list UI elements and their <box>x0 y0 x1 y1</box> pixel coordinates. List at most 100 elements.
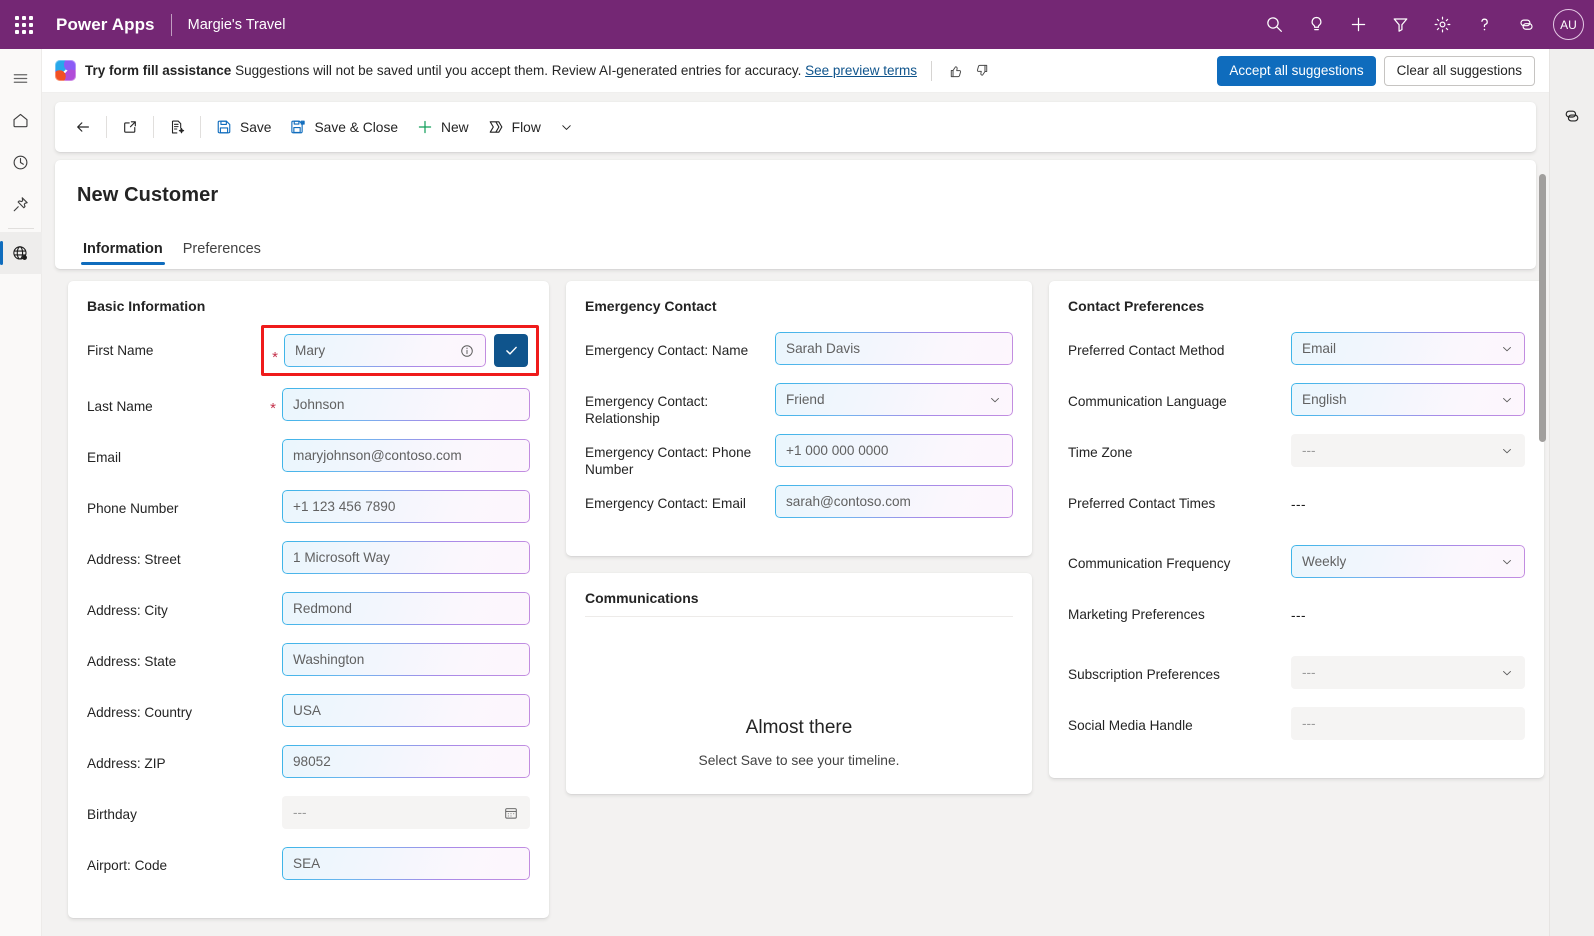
tab-information[interactable]: Information <box>73 233 173 269</box>
field-marketing-preferences: Marketing Preferences --- <box>1068 596 1525 656</box>
field-address-country: Address: Country USA <box>87 694 530 745</box>
sidebar-item-customers[interactable] <box>0 232 42 274</box>
emergency-contact-name-input[interactable]: Sarah Davis <box>775 332 1013 365</box>
scrollbar-track[interactable] <box>1536 152 1549 936</box>
chevron-down-icon[interactable] <box>1492 393 1514 407</box>
chevron-down-icon[interactable] <box>1492 444 1514 458</box>
plus-icon[interactable] <box>1337 4 1379 46</box>
flow-button[interactable]: Flow <box>478 110 550 144</box>
preferred-contact-method-select[interactable]: Email <box>1291 332 1525 365</box>
chevron-down-icon[interactable] <box>1492 555 1514 569</box>
banner-message: Suggestions will not be saved until you … <box>235 63 801 78</box>
help-icon[interactable] <box>1463 4 1505 46</box>
app-header: Power Apps Margie's Travel <box>0 0 1594 49</box>
banner-text: Try form fill assistance Suggestions wil… <box>85 63 917 78</box>
communication-frequency-select[interactable]: Weekly <box>1291 545 1525 578</box>
save-and-close-label: Save & Close <box>314 120 398 135</box>
center-column: Try form fill assistance Suggestions wil… <box>42 49 1549 936</box>
chevron-down-icon[interactable] <box>980 393 1002 407</box>
preferred-contact-times-value: --- <box>1291 485 1306 512</box>
address-street-input[interactable]: 1 Microsoft Way <box>282 541 530 574</box>
required-indicator: * <box>272 337 284 365</box>
field-birthday: Birthday --- <box>87 796 530 847</box>
field-value: Redmond <box>293 601 352 616</box>
address-country-input[interactable]: USA <box>282 694 530 727</box>
hamburger-icon[interactable] <box>0 57 42 99</box>
field-label: Address: Street <box>87 541 181 568</box>
email-input[interactable]: maryjohnson@contoso.com <box>282 439 530 472</box>
search-icon[interactable] <box>1253 4 1295 46</box>
emergency-contact-email-input[interactable]: sarah@contoso.com <box>775 485 1013 518</box>
field-label: Social Media Handle <box>1068 707 1193 734</box>
new-label: New <box>441 120 469 135</box>
sidebar-item-pinned[interactable] <box>0 183 42 225</box>
airport-code-input[interactable]: SEA <box>282 847 530 880</box>
back-arrow-icon[interactable] <box>65 110 101 144</box>
right-copilot-rail <box>1549 49 1594 936</box>
section-title: Emergency Contact <box>585 298 1013 324</box>
chevron-down-icon[interactable] <box>550 110 583 144</box>
field-communication-language: Communication Language English <box>1068 383 1525 434</box>
field-phone-number: Phone Number +1 123 456 7890 <box>87 490 530 541</box>
address-state-input[interactable]: Washington <box>282 643 530 676</box>
lightbulb-icon[interactable] <box>1295 4 1337 46</box>
accept-suggestion-check-icon[interactable] <box>494 334 528 367</box>
gear-icon[interactable] <box>1421 4 1463 46</box>
app-name[interactable]: Margie's Travel <box>188 17 286 33</box>
chevron-down-icon[interactable] <box>1492 666 1514 680</box>
open-new-window-icon[interactable] <box>112 110 148 144</box>
calendar-icon[interactable] <box>495 805 519 821</box>
copilot-icon[interactable] <box>1505 4 1547 46</box>
last-name-input[interactable]: Johnson <box>282 388 530 421</box>
field-label: Preferred Contact Times <box>1068 485 1215 512</box>
new-button[interactable]: New <box>407 110 478 144</box>
field-value: Weekly <box>1302 554 1346 569</box>
field-value: SEA <box>293 856 320 871</box>
waffle-menu-button[interactable] <box>0 0 48 49</box>
birthday-input[interactable]: --- <box>282 796 530 829</box>
section-contact-preferences: Contact Preferences Preferred Contact Me… <box>1049 281 1544 778</box>
field-value: English <box>1302 392 1347 407</box>
thumb-like-icon[interactable] <box>943 58 969 84</box>
field-label: Email <box>87 439 121 466</box>
communication-language-select[interactable]: English <box>1291 383 1525 416</box>
field-last-name: Last Name * Johnson <box>87 388 530 439</box>
field-value: --- <box>1302 665 1316 680</box>
phone-number-input[interactable]: +1 123 456 7890 <box>282 490 530 523</box>
field-label: Communication Frequency <box>1068 545 1230 572</box>
accept-all-suggestions-button[interactable]: Accept all suggestions <box>1217 56 1375 86</box>
address-zip-input[interactable]: 98052 <box>282 745 530 778</box>
save-and-close-button[interactable]: Save & Close <box>280 110 407 144</box>
chevron-down-icon[interactable] <box>1492 342 1514 356</box>
emergency-contact-relationship-select[interactable]: Friend <box>775 383 1013 416</box>
first-name-input[interactable]: Mary <box>284 334 486 367</box>
sidebar-item-recent[interactable] <box>0 141 42 183</box>
info-icon[interactable] <box>451 343 475 359</box>
clear-all-suggestions-button[interactable]: Clear all suggestions <box>1384 56 1535 86</box>
field-value: --- <box>1302 716 1316 731</box>
see-preview-terms-link[interactable]: See preview terms <box>805 63 917 78</box>
thumb-dislike-icon[interactable] <box>969 58 995 84</box>
filter-icon[interactable] <box>1379 4 1421 46</box>
address-city-input[interactable]: Redmond <box>282 592 530 625</box>
field-label: Emergency Contact: Phone Number <box>585 434 763 478</box>
field-address-city: Address: City Redmond <box>87 592 530 643</box>
copilot-icon[interactable] <box>1551 95 1593 137</box>
emergency-contact-phone-input[interactable]: +1 000 000 0000 <box>775 434 1013 467</box>
scrollbar-thumb[interactable] <box>1539 174 1546 442</box>
field-subscription-preferences: Subscription Preferences --- <box>1068 656 1525 707</box>
subscription-preferences-select[interactable]: --- <box>1291 656 1525 689</box>
tab-preferences[interactable]: Preferences <box>173 233 271 269</box>
avatar[interactable]: AU <box>1553 9 1584 40</box>
field-value: --- <box>1302 443 1316 458</box>
form-fill-assist-icon[interactable] <box>159 110 195 144</box>
social-media-handle-input[interactable]: --- <box>1291 707 1525 740</box>
brand-name[interactable]: Power Apps <box>56 15 155 35</box>
time-zone-select[interactable]: --- <box>1291 434 1525 467</box>
save-button[interactable]: Save <box>206 110 280 144</box>
sidebar-item-home[interactable] <box>0 99 42 141</box>
required-indicator: * <box>270 388 282 416</box>
suggestion-highlight-box: * Mary <box>261 325 539 376</box>
column-emergency-and-communications: Emergency Contact Emergency Contact: Nam… <box>566 281 1032 794</box>
field-communication-frequency: Communication Frequency Weekly <box>1068 545 1525 596</box>
